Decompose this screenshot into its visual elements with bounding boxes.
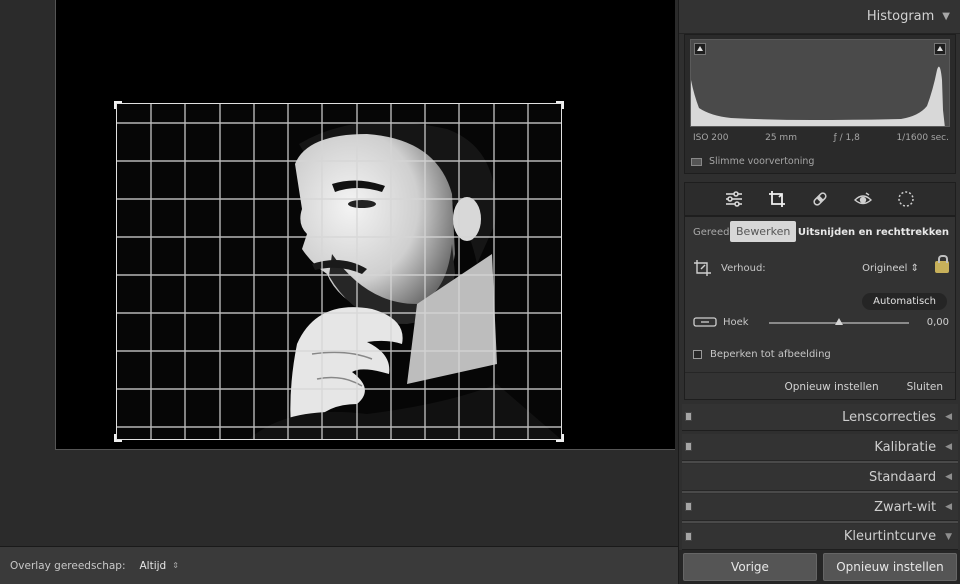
section-black-white[interactable]: Zwart-wit ◀ bbox=[682, 494, 958, 521]
bottom-toolbar: Overlay gereedschap: Altijd ⇕ bbox=[0, 546, 678, 584]
section-label: Zwart-wit bbox=[874, 499, 937, 515]
angle-value[interactable]: 0,00 bbox=[927, 317, 949, 328]
constrain-row[interactable]: Beperken tot afbeelding bbox=[693, 349, 949, 360]
photo-frame bbox=[55, 0, 675, 450]
divider bbox=[682, 520, 958, 523]
smart-preview-toggle[interactable]: Slimme voorvertoning bbox=[691, 156, 814, 167]
previous-button[interactable]: Vorige bbox=[683, 553, 817, 581]
aspect-crop-icon[interactable] bbox=[693, 259, 713, 277]
tooltip: Bewerken bbox=[730, 221, 797, 242]
collapse-triangle-icon[interactable]: ▼ bbox=[942, 11, 950, 22]
crop-panel: Gereedschap Uitsnijden en rechttrekken B… bbox=[684, 216, 956, 400]
section-toggle-switch[interactable] bbox=[685, 412, 692, 421]
angle-label: Hoek bbox=[723, 316, 749, 328]
overlay-label: Overlay gereedschap: bbox=[10, 559, 126, 572]
healing-icon[interactable] bbox=[809, 188, 831, 210]
histogram-box: ISO 200 25 mm ƒ / 1,8 1/1600 sec. Slimme… bbox=[684, 34, 956, 174]
divider bbox=[682, 490, 958, 493]
histogram-graph bbox=[690, 39, 950, 127]
right-panel: Histogram ▼ ISO 200 25 mm ƒ / 1,8 1/1600… bbox=[678, 0, 960, 584]
reset-all-button[interactable]: Opnieuw instellen bbox=[823, 553, 957, 581]
aspect-select[interactable]: Origineel ⇕ bbox=[862, 263, 919, 274]
crop-icon[interactable] bbox=[766, 188, 788, 210]
exif-shutter: 1/1600 sec. bbox=[896, 133, 949, 143]
divider bbox=[682, 460, 958, 463]
expand-triangle-icon[interactable]: ◀ bbox=[945, 472, 952, 482]
exif-focal: 25 mm bbox=[765, 133, 797, 143]
tool-strip bbox=[684, 182, 956, 216]
crop-handle-top-left[interactable] bbox=[114, 101, 122, 109]
constrain-label: Beperken tot afbeelding bbox=[710, 349, 831, 360]
angle-slider-thumb[interactable] bbox=[835, 318, 843, 325]
crop-handle-top-right[interactable] bbox=[556, 101, 564, 109]
aspect-label: Verhoud: bbox=[721, 262, 766, 274]
section-toggle-switch[interactable] bbox=[685, 502, 692, 511]
histogram-header[interactable]: Histogram ▼ bbox=[679, 0, 960, 34]
angle-slider[interactable] bbox=[769, 318, 909, 325]
image-canvas[interactable]: Overlay gereedschap: Altijd ⇕ bbox=[0, 0, 678, 584]
expand-triangle-icon[interactable]: ◀ bbox=[945, 502, 952, 512]
bottom-buttons: Vorige Opnieuw instellen bbox=[679, 550, 960, 584]
redeye-icon[interactable] bbox=[852, 188, 874, 210]
histogram-title: Histogram bbox=[866, 9, 935, 24]
exif-aperture: ƒ / 1,8 bbox=[833, 133, 860, 143]
section-calibration[interactable]: Kalibratie ◀ bbox=[682, 434, 958, 461]
histogram-curve bbox=[691, 66, 945, 126]
smart-preview-icon bbox=[691, 157, 702, 166]
exif-iso: ISO 200 bbox=[693, 133, 729, 143]
crop-title: Uitsnijden en rechttrekken bbox=[797, 227, 949, 238]
crop-reset-button[interactable]: Opnieuw instellen bbox=[784, 381, 878, 393]
section-label: Kleurtintcurve bbox=[843, 529, 937, 544]
mask-icon[interactable] bbox=[895, 188, 917, 210]
crop-actions: Opnieuw instellen Sluiten bbox=[685, 372, 955, 400]
smart-preview-label: Slimme voorvertoning bbox=[709, 156, 815, 167]
section-toggle-switch[interactable] bbox=[685, 532, 692, 541]
sliders-icon[interactable] bbox=[723, 188, 745, 210]
section-label: Standaard bbox=[868, 469, 937, 485]
aspect-row: Verhoud: Origineel ⇕ bbox=[693, 255, 949, 277]
exif-info: ISO 200 25 mm ƒ / 1,8 1/1600 sec. bbox=[693, 133, 949, 143]
auto-button[interactable]: Automatisch bbox=[862, 293, 947, 310]
crop-handle-bottom-left[interactable] bbox=[114, 434, 122, 442]
crop-overlay[interactable] bbox=[116, 103, 562, 440]
constrain-checkbox[interactable] bbox=[693, 350, 702, 359]
crop-handle-bottom-right[interactable] bbox=[556, 434, 564, 442]
section-lens-corrections[interactable]: Lenscorrecties ◀ bbox=[682, 404, 958, 431]
section-default[interactable]: Standaard ◀ bbox=[682, 464, 958, 491]
crop-grid bbox=[117, 104, 561, 439]
section-toggle-switch[interactable] bbox=[685, 442, 692, 451]
highlight-clipping-icon[interactable] bbox=[934, 43, 946, 55]
lock-icon[interactable] bbox=[935, 255, 949, 273]
crop-close-button[interactable]: Sluiten bbox=[907, 381, 943, 393]
expand-triangle-icon[interactable]: ◀ bbox=[945, 442, 952, 452]
angle-row: Hoek 0,00 bbox=[693, 315, 949, 329]
level-icon[interactable] bbox=[693, 315, 717, 329]
expand-triangle-icon[interactable]: ▼ bbox=[945, 532, 952, 542]
section-label: Kalibratie bbox=[874, 439, 937, 455]
section-tone-curve[interactable]: Kleurtintcurve ▼ bbox=[682, 524, 958, 550]
expand-triangle-icon[interactable]: ◀ bbox=[945, 412, 952, 422]
section-label: Lenscorrecties bbox=[842, 409, 937, 425]
overlay-select[interactable]: Altijd bbox=[140, 560, 167, 572]
shadow-clipping-icon[interactable] bbox=[694, 43, 706, 55]
updown-icon[interactable]: ⇕ bbox=[172, 561, 179, 570]
